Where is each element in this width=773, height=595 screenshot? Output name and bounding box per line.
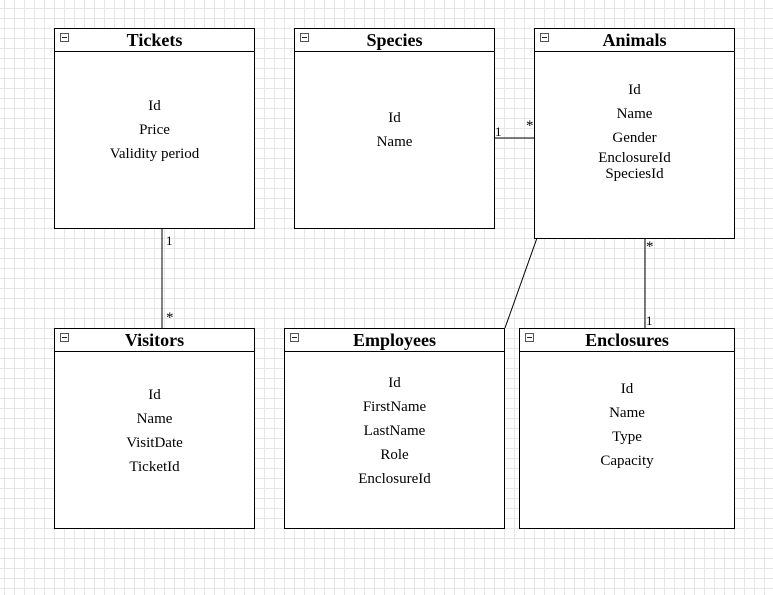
field: Name — [616, 106, 653, 122]
field: Name — [609, 405, 645, 421]
collapse-icon[interactable] — [300, 33, 309, 42]
entity-enclosures[interactable]: Enclosures Id Name Type Capacity — [519, 328, 735, 529]
species-animals-to-multiplicity: * — [526, 118, 534, 134]
field: Validity period — [109, 146, 200, 162]
field: Name — [376, 134, 413, 150]
tickets-visitors-to-multiplicity: * — [166, 310, 174, 326]
entity-tickets[interactable]: Tickets Id Price Validity period — [54, 28, 255, 229]
entity-title: Tickets — [126, 30, 183, 50]
field: Id — [628, 82, 641, 98]
field: Name — [136, 411, 173, 427]
collapse-icon[interactable] — [60, 333, 69, 342]
collapse-icon[interactable] — [525, 333, 534, 342]
entity-title: Animals — [602, 30, 667, 50]
field-list: Id Name VisitDate TicketId — [55, 383, 254, 479]
entity-title: Species — [366, 30, 423, 50]
entity-title: Enclosures — [585, 330, 669, 350]
field-list: Id Price Validity period — [55, 94, 254, 166]
entity-header[interactable]: Species — [295, 29, 494, 52]
field-list: Id Name Gender EnclosureId SpeciesId — [535, 78, 734, 182]
entity-title: Visitors — [124, 330, 185, 350]
field: Type — [612, 429, 642, 445]
collapse-icon[interactable] — [540, 33, 549, 42]
entity-animals[interactable]: Animals Id Name Gender EnclosureId Speci… — [534, 28, 735, 239]
entity-header[interactable]: Employees — [285, 329, 504, 352]
entity-header[interactable]: Animals — [535, 29, 734, 52]
animals-enclosures-to-multiplicity: 1 — [646, 313, 653, 328]
entity-header[interactable]: Enclosures — [520, 329, 734, 352]
field: TicketId — [129, 459, 180, 475]
entity-header[interactable]: Visitors — [55, 329, 254, 352]
field: FirstName — [362, 399, 427, 415]
field: VisitDate — [126, 435, 183, 451]
animals-enclosures-from-multiplicity: * — [646, 239, 654, 255]
field-list: Id FirstName LastName Role EnclosureId — [285, 371, 504, 491]
entity-title: Employees — [353, 330, 436, 350]
field: Role — [380, 447, 409, 463]
field: LastName — [363, 423, 426, 439]
collapse-icon[interactable] — [60, 33, 69, 42]
er-diagram: 1 * 1 * * * * 1 Tickets Id Price Validit… — [0, 0, 773, 595]
entity-species[interactable]: Species Id Name — [294, 28, 495, 229]
species-animals-from-multiplicity: 1 — [495, 124, 502, 139]
collapse-icon[interactable] — [290, 333, 299, 342]
field-list: Id Name — [295, 106, 494, 154]
field: Gender — [612, 130, 657, 146]
animals-employees-line — [504, 237, 538, 329]
field: EnclosureId — [358, 471, 431, 487]
field: Id — [620, 381, 634, 397]
field: Id — [148, 387, 161, 403]
entity-visitors[interactable]: Visitors Id Name VisitDate TicketId — [54, 328, 255, 529]
field: Capacity — [600, 453, 654, 469]
field: Id — [388, 375, 401, 391]
field: Price — [139, 122, 170, 138]
field-list: Id Name Type Capacity — [520, 377, 734, 473]
field: EnclosureId — [598, 150, 671, 166]
entity-header[interactable]: Tickets — [55, 29, 254, 52]
field: SpeciesId — [605, 166, 664, 182]
field: Id — [148, 98, 161, 114]
entity-employees[interactable]: Employees Id FirstName LastName Role Enc… — [284, 328, 505, 529]
tickets-visitors-from-multiplicity: 1 — [166, 233, 173, 248]
field: Id — [388, 110, 401, 126]
